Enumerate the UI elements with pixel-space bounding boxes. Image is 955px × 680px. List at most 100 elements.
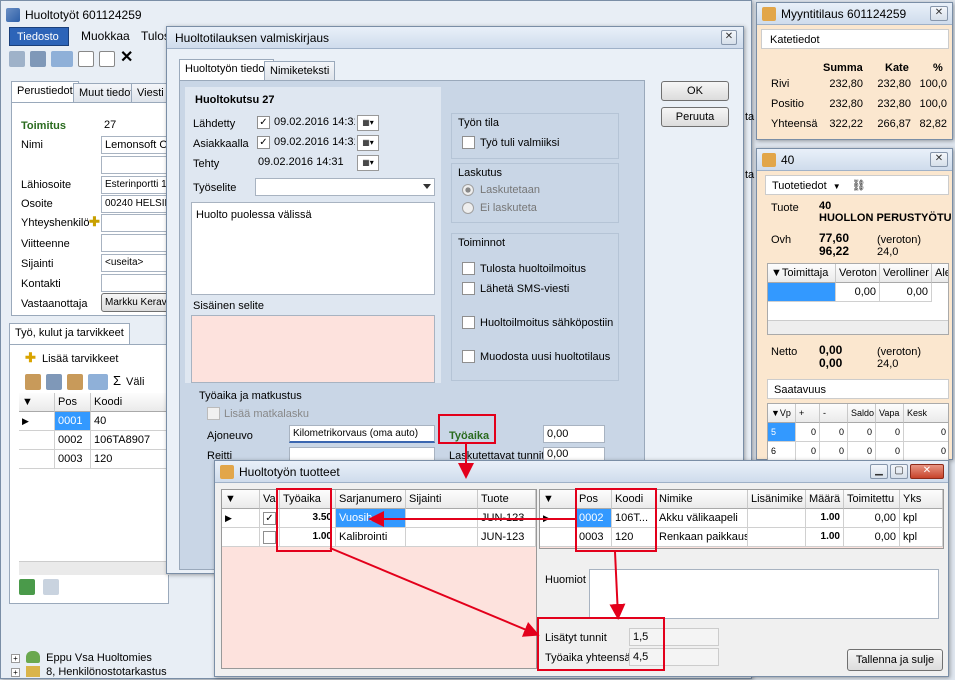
- ei-laskuteta-radio[interactable]: [462, 202, 474, 214]
- grid-header-koodi[interactable]: Koodi: [91, 393, 169, 412]
- avail-header-kesk[interactable]: Kesk: [904, 404, 948, 423]
- viitteenne-field[interactable]: [101, 234, 171, 252]
- tyo-valmis-checkbox[interactable]: [462, 136, 475, 149]
- link-icon[interactable]: ⛓: [852, 180, 866, 192]
- tyoaika-field[interactable]: 0,00: [543, 425, 605, 443]
- tyoselite-select[interactable]: [255, 178, 435, 196]
- osoite-field[interactable]: 00240 HELSIN: [101, 195, 171, 213]
- right-header-maara[interactable]: Määrä: [806, 490, 844, 509]
- right-header-toimitettu[interactable]: Toimitettu: [844, 490, 900, 509]
- tab-muut-tiedot[interactable]: Muut tiedot: [73, 83, 140, 103]
- tab-perustiedot[interactable]: Perustiedot: [11, 81, 79, 103]
- left-header-tyoaika[interactable]: Työaika: [280, 490, 336, 509]
- add-contact-icon[interactable]: ✚: [89, 214, 100, 230]
- avail-r2-kesk[interactable]: 0: [904, 442, 948, 460]
- delete-icon[interactable]: ✕: [120, 50, 136, 67]
- link-icon[interactable]: [43, 579, 60, 595]
- asiakkaalla-checkbox[interactable]: ✓: [257, 136, 270, 149]
- tuotetiedot-menu[interactable]: Tuotetiedot: [772, 180, 827, 192]
- lahiosoite-field[interactable]: Esterinportti 1: [101, 176, 171, 194]
- right-header-lisanimike[interactable]: Lisänimike: [748, 490, 806, 509]
- right-row1-koodi[interactable]: 106T...: [612, 509, 656, 528]
- sms-checkbox[interactable]: [462, 282, 475, 295]
- calendar-icon[interactable]: ▦▾: [357, 135, 379, 151]
- calendar-icon[interactable]: ▦▾: [357, 155, 379, 171]
- list-icon[interactable]: [46, 374, 62, 391]
- left-header-tuote[interactable]: Tuote: [478, 490, 536, 509]
- grid-header-pos[interactable]: Pos: [55, 393, 91, 412]
- tab-tyo-kulut[interactable]: Työ, kulut ja tarvikkeet: [9, 323, 130, 345]
- avail-r1-minus[interactable]: 0: [820, 423, 848, 442]
- avail-header-minus[interactable]: -: [820, 404, 848, 423]
- supplier-cell-toimittaja[interactable]: [768, 283, 836, 302]
- kontakti-field[interactable]: [101, 274, 171, 292]
- supplier-cell-verolliner[interactable]: 0,00: [880, 283, 932, 302]
- right-header-nimike[interactable]: Nimike: [656, 490, 748, 509]
- left-row1-tuote[interactable]: JUN-123: [478, 509, 536, 528]
- new-order-checkbox[interactable]: [462, 350, 475, 363]
- close-icon[interactable]: ✕: [930, 6, 948, 21]
- close-icon[interactable]: ✕: [910, 464, 944, 479]
- save-icon[interactable]: [30, 51, 46, 67]
- right-row2-pos[interactable]: 0003: [576, 528, 612, 547]
- edit-icon[interactable]: [9, 51, 25, 67]
- calendar-icon[interactable]: ▦▾: [357, 115, 379, 131]
- left-row2-sijainti[interactable]: [406, 528, 478, 547]
- left-row1-tyoaika[interactable]: 3.50: [280, 509, 336, 528]
- matkalasku-checkbox[interactable]: [207, 407, 220, 420]
- avail-r2-vp[interactable]: 6: [768, 442, 796, 460]
- avail-header-vp[interactable]: ▼Vp: [768, 404, 796, 423]
- left-row2-tuote[interactable]: JUN-123: [478, 528, 536, 547]
- tab-nimiketeksti[interactable]: Nimiketeksti: [264, 61, 336, 81]
- toimitus-field[interactable]: 27: [101, 117, 171, 135]
- tab-huoltotyon-tiedot[interactable]: Huoltotyön tiedot: [179, 59, 274, 81]
- avail-header-saldo[interactable]: Saldo: [848, 404, 876, 423]
- avail-header-vapa[interactable]: Vapa: [876, 404, 904, 423]
- right-row2-maara[interactable]: 1.00: [806, 528, 844, 547]
- vastaanottaja-button[interactable]: Markku Kerava: [101, 293, 171, 312]
- close-icon[interactable]: ✕: [930, 152, 948, 167]
- tree-item-1[interactable]: + Eppu Vsa Huoltomies: [11, 651, 152, 665]
- avail-r2-minus[interactable]: 0: [820, 442, 848, 460]
- right-row2-lisanimike[interactable]: [748, 528, 806, 547]
- row1-koodi[interactable]: 40: [91, 412, 169, 431]
- laskutettavat-field[interactable]: 0,00: [543, 447, 605, 461]
- supplier-scrollbar[interactable]: [768, 320, 948, 334]
- left-row2-checkbox[interactable]: [263, 531, 276, 544]
- huomiot-textarea[interactable]: [589, 569, 939, 619]
- supplier-header-veroton[interactable]: Veroton: [836, 264, 880, 283]
- left-row1-sarjanumero[interactable]: Vuosih: [336, 509, 406, 528]
- tab-viesti[interactable]: Viesti: [131, 83, 170, 103]
- expand-icon[interactable]: +: [11, 654, 20, 663]
- sisainen-textarea[interactable]: [191, 315, 435, 383]
- row3-pos[interactable]: 0003: [55, 450, 91, 469]
- avail-r2-saldo[interactable]: 0: [848, 442, 876, 460]
- avail-r1-plus[interactable]: 0: [796, 423, 820, 442]
- search-icon[interactable]: [51, 51, 73, 67]
- right-row1-toimitettu[interactable]: 0,00: [844, 509, 900, 528]
- avail-r1-saldo[interactable]: 0: [848, 423, 876, 442]
- supplier-header-ale[interactable]: Ale: [932, 264, 948, 283]
- copy-icon[interactable]: [99, 51, 115, 67]
- right-row2-koodi[interactable]: 120: [612, 528, 656, 547]
- right-row2-toimitettu[interactable]: 0,00: [844, 528, 900, 547]
- maximize-icon[interactable]: ▢: [890, 464, 908, 479]
- supplier-header-toimittaja[interactable]: ▼Toimittaja: [768, 264, 836, 283]
- row3-koodi[interactable]: 120: [91, 450, 169, 469]
- supplier-cell-veroton[interactable]: 0,00: [836, 283, 880, 302]
- tree-item-2[interactable]: + 8, Henkilönostotarkastus: [11, 666, 167, 680]
- left-row2-sarjanumero[interactable]: Kalibrointi: [336, 528, 406, 547]
- description-textarea[interactable]: Huolto puolessa välissä: [191, 202, 435, 295]
- left-row1-va[interactable]: ✓: [260, 509, 280, 528]
- add-supplies-button[interactable]: ✚ Lisää tarvikkeet: [25, 349, 118, 367]
- ajoneuvo-select[interactable]: Kilometrikorvaus (oma auto): [289, 425, 435, 443]
- yhteensa-field[interactable]: 4,5: [629, 648, 719, 666]
- right-row2-yks[interactable]: kpl: [900, 528, 943, 547]
- yhteyshenkilo-field[interactable]: [101, 214, 171, 232]
- right-row1-nimike[interactable]: Akku välikaapeli: [656, 509, 748, 528]
- right-row1-lisanimike[interactable]: [748, 509, 806, 528]
- search-icon[interactable]: [88, 374, 108, 391]
- right-header-koodi[interactable]: Koodi: [612, 490, 656, 509]
- left-header-va[interactable]: Va: [260, 490, 280, 509]
- row2-pos[interactable]: 0002: [55, 431, 91, 450]
